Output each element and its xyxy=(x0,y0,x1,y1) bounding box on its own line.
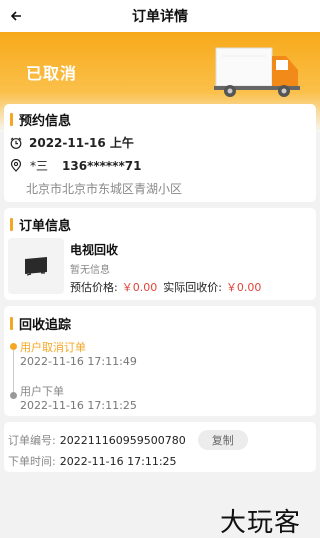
actual-price-label: 实际回收价: xyxy=(163,281,222,294)
product-name: 电视回收 xyxy=(70,243,119,257)
order-number: 202211160959500780 xyxy=(59,433,186,447)
product-description: 暂无信息 xyxy=(70,265,110,276)
address-text: 北京市北京市东城区青湖小区 xyxy=(26,182,183,196)
back-arrow-icon[interactable] xyxy=(6,6,26,26)
top-bar: 订单详情 xyxy=(0,0,320,32)
tracking-card: 回收追踪 用户取消订单 2022-11-16 17:11:49 用户下单 202… xyxy=(4,306,316,416)
order-number-label: 订单编号: xyxy=(8,434,56,447)
truck-illustration-icon xyxy=(214,47,300,97)
section-accent-bar xyxy=(10,218,13,231)
contact-name: *三 xyxy=(30,159,49,173)
watermark-logo: 大玩客 xyxy=(220,508,302,538)
actual-price: ￥0.00 xyxy=(225,281,262,294)
section-title: 预约信息 xyxy=(19,114,72,129)
page-title: 订单详情 xyxy=(132,9,188,25)
timeline-line xyxy=(13,348,14,396)
location-pin-icon xyxy=(10,159,22,172)
order-time: 2022-11-16 17:11:25 xyxy=(59,454,177,468)
order-time-label: 下单时间: xyxy=(8,455,56,468)
tracking-section-header: 回收追踪 xyxy=(4,314,71,333)
contact-row: *三 136******71 xyxy=(10,157,141,174)
product-image xyxy=(8,238,64,294)
booking-section-header: 预约信息 xyxy=(4,110,71,129)
order-section-header: 订单信息 xyxy=(4,215,71,234)
order-info-card: 订单信息 电视回收 暂无信息 预估价格: ￥0.00 实际回收价: ￥0.00 xyxy=(4,208,316,300)
order-status: 已取消 xyxy=(26,64,78,83)
timeline-event-time: 2022-11-16 17:11:49 xyxy=(20,355,137,368)
estimated-price-label: 预估价格: xyxy=(70,281,118,294)
clock-icon xyxy=(10,137,22,149)
estimated-price: ￥0.00 xyxy=(121,281,158,294)
section-title: 订单信息 xyxy=(19,219,72,234)
contact-phone: 136******71 xyxy=(62,158,142,173)
section-accent-bar xyxy=(10,317,13,330)
timeline-event-time: 2022-11-16 17:11:25 xyxy=(20,399,137,412)
section-accent-bar xyxy=(10,113,13,126)
timeline-event-label: 用户下单 xyxy=(20,385,64,398)
timeline-dot xyxy=(10,392,17,399)
booking-info-card: 预约信息 2022-11-16 上午 *三 136******71 北京市北京市… xyxy=(4,104,316,202)
timeline-event-label: 用户取消订单 xyxy=(20,341,86,354)
booking-date-row: 2022-11-16 上午 xyxy=(10,134,134,151)
copy-button[interactable]: 复制 xyxy=(197,430,248,450)
order-meta-card: 订单编号: 202211160959500780 复制 下单时间: 2022-1… xyxy=(4,422,316,472)
price-row: 预估价格: ￥0.00 实际回收价: ￥0.00 xyxy=(70,279,261,295)
order-number-row: 订单编号: 202211160959500780 复制 xyxy=(8,430,248,450)
address-row: 北京市北京市东城区青湖小区 xyxy=(26,180,182,197)
booking-date: 2022-11-16 上午 xyxy=(29,136,134,150)
timeline-dot xyxy=(10,343,17,350)
section-title: 回收追踪 xyxy=(19,318,72,333)
tv-icon xyxy=(25,257,47,276)
order-time-row: 下单时间: 2022-11-16 17:11:25 xyxy=(8,453,177,469)
